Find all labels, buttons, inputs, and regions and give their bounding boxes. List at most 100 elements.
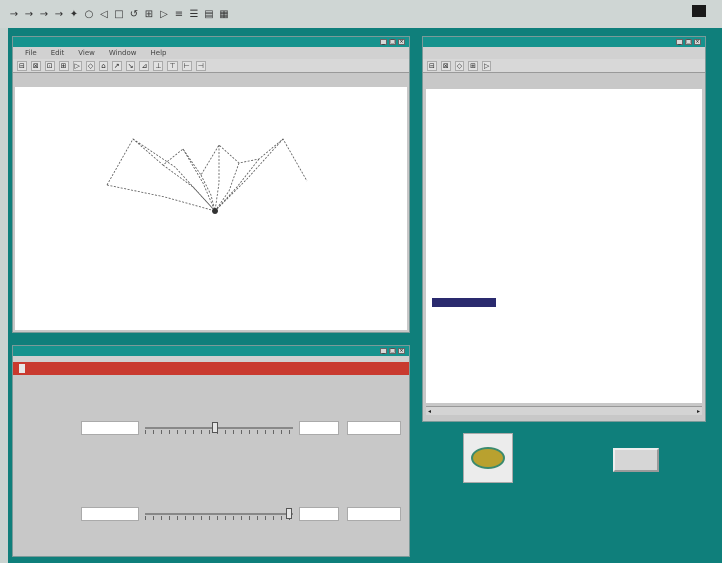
list-item[interactable] — [432, 218, 696, 227]
list-item[interactable] — [432, 92, 696, 101]
undo-icon[interactable]: ↺ — [128, 8, 140, 20]
list-item[interactable] — [432, 289, 696, 298]
slider-icon[interactable]: ≡ — [173, 8, 185, 20]
circle-icon[interactable]: ○ — [83, 8, 95, 20]
toolbar-button[interactable]: ⊿ — [139, 60, 150, 71]
list-item[interactable] — [432, 146, 696, 155]
toolbar-button[interactable]: ⊠ — [440, 60, 451, 71]
save-icon[interactable]: ▤ — [203, 8, 215, 20]
toolbar-button[interactable]: ◇ — [454, 60, 465, 71]
list-icon[interactable]: ☰ — [188, 8, 200, 20]
toolbar-button[interactable]: ◇ — [85, 60, 96, 71]
arrow-icon[interactable]: → — [38, 8, 50, 20]
desktop-button[interactable] — [613, 448, 659, 472]
list-window: _ □ × ⊟ ⊠ ◇ ⊞ ▷ ◂ ▸ — [422, 36, 706, 422]
menu-window[interactable]: Window — [109, 49, 137, 57]
list-item[interactable] — [432, 262, 696, 271]
drawing-toolbar: ⊟ ⊠ ⊡ ⊞ ▷ ◇ ⌂ ↗ ↘ ⊿ ⊥ ⊤ ⊢ ⊣ — [13, 59, 409, 73]
list-item[interactable] — [432, 119, 696, 128]
print-icon[interactable]: ▦ — [218, 8, 230, 20]
controls-window-titlebar[interactable]: _ □ × — [13, 346, 409, 356]
value-field[interactable] — [299, 421, 339, 435]
toolbar-button[interactable]: ▷ — [482, 60, 492, 71]
pointer-icon[interactable]: ◁ — [98, 8, 110, 20]
grid-icon[interactable]: ⊞ — [143, 8, 155, 20]
list-window-titlebar[interactable]: _ □ × — [423, 37, 705, 47]
square-icon[interactable]: □ — [113, 8, 125, 20]
vertex-point[interactable] — [212, 208, 218, 214]
list-item[interactable] — [432, 137, 696, 146]
window-controls: _ □ × — [380, 39, 405, 45]
list-item[interactable] — [432, 173, 696, 182]
list-item[interactable] — [432, 209, 696, 218]
toolbar-button[interactable]: ⊠ — [30, 60, 41, 71]
arrow-icon[interactable]: → — [53, 8, 65, 20]
toolbar-button[interactable]: ⊟ — [427, 60, 437, 71]
result-field[interactable] — [347, 507, 401, 521]
tab-header[interactable] — [19, 364, 25, 373]
parameter-input[interactable] — [81, 507, 139, 521]
slider-track[interactable] — [145, 421, 293, 435]
list-item[interactable] — [432, 155, 696, 164]
arrow-icon[interactable]: → — [23, 8, 35, 20]
list-item[interactable] — [432, 280, 696, 289]
list-item[interactable] — [432, 298, 496, 307]
toolbar-button[interactable]: ↘ — [125, 60, 136, 71]
value-field[interactable] — [299, 507, 339, 521]
slider-thumb[interactable] — [211, 422, 218, 433]
minimize-icon[interactable]: _ — [676, 39, 683, 45]
list-item[interactable] — [432, 101, 696, 110]
minimize-icon[interactable]: _ — [380, 39, 387, 45]
toolbar-button[interactable]: ↗ — [111, 60, 122, 71]
list-item[interactable] — [432, 128, 696, 137]
shape-icon[interactable]: ▷ — [158, 8, 170, 20]
menu-edit[interactable]: Edit — [51, 49, 65, 57]
corner-icon[interactable] — [692, 5, 706, 17]
item-list[interactable] — [426, 89, 702, 403]
result-field[interactable] — [347, 421, 401, 435]
list-toolbar: ⊟ ⊠ ◇ ⊞ ▷ — [423, 59, 705, 73]
arrow-icon[interactable]: → — [8, 8, 20, 20]
parameter-input[interactable] — [81, 421, 139, 435]
menu-file[interactable]: File — [25, 49, 37, 57]
close-icon[interactable]: × — [694, 39, 701, 45]
thumbnail-icon[interactable] — [463, 433, 513, 483]
toolbar-button[interactable]: ⊥ — [153, 60, 164, 71]
menu-help[interactable]: Help — [151, 49, 167, 57]
toolbar-button[interactable]: ⊣ — [195, 60, 206, 71]
toolbar-button[interactable]: ⊟ — [17, 60, 27, 71]
toolbar-button[interactable]: ⊤ — [167, 60, 178, 71]
close-icon[interactable]: × — [398, 348, 405, 354]
slider-row-2 — [67, 504, 409, 524]
list-item[interactable] — [432, 200, 696, 209]
list-item[interactable] — [432, 191, 696, 200]
scroll-left-icon[interactable]: ◂ — [428, 408, 431, 415]
menu-view[interactable]: View — [78, 49, 95, 57]
minimize-icon[interactable]: _ — [380, 348, 387, 354]
toolbar-button[interactable]: ⊢ — [181, 60, 192, 71]
horizontal-scrollbar[interactable]: ◂ ▸ — [426, 406, 702, 415]
toolbar-button[interactable]: ⊞ — [58, 60, 69, 71]
header-bar — [13, 362, 409, 375]
slider-track[interactable] — [145, 507, 293, 521]
scroll-right-icon[interactable]: ▸ — [697, 408, 700, 415]
list-item[interactable] — [432, 253, 696, 262]
list-item[interactable] — [432, 271, 696, 280]
list-item[interactable] — [432, 227, 696, 236]
list-item[interactable] — [432, 164, 696, 173]
toolbar-button[interactable]: ⌂ — [99, 60, 108, 71]
list-item[interactable] — [432, 182, 696, 191]
cursor-icon[interactable]: ✦ — [68, 8, 80, 20]
slider-thumb[interactable] — [285, 508, 292, 519]
maximize-icon[interactable]: □ — [389, 39, 396, 45]
drawing-canvas[interactable] — [15, 87, 407, 330]
list-item[interactable] — [432, 110, 696, 119]
toolbar-button[interactable]: ⊞ — [468, 60, 479, 71]
maximize-icon[interactable]: □ — [685, 39, 692, 45]
close-icon[interactable]: × — [398, 39, 405, 45]
toolbar-button[interactable]: ▷ — [72, 60, 82, 71]
toolbar-button[interactable]: ⊡ — [44, 60, 55, 71]
maximize-icon[interactable]: □ — [389, 348, 396, 354]
drawing-window-titlebar[interactable]: _ □ × — [13, 37, 409, 47]
list-item[interactable] — [432, 236, 696, 245]
